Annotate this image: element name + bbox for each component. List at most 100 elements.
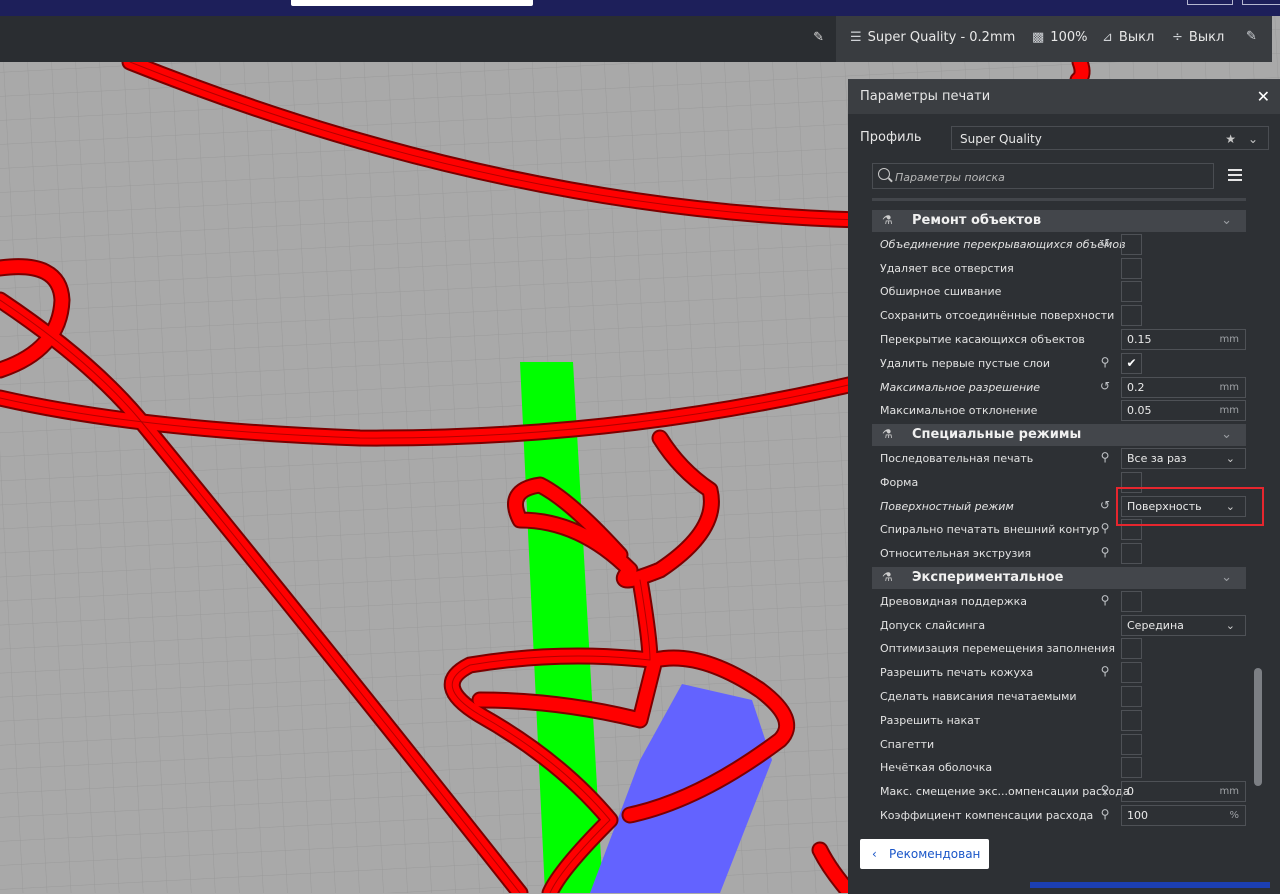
link-icon[interactable]: ⚲ [1098, 593, 1112, 607]
close-icon[interactable]: ✕ [1257, 80, 1270, 114]
chevron-down-icon: ⌄ [1247, 132, 1258, 146]
setting-label: Форма [880, 475, 919, 489]
category-header[interactable] [872, 198, 1246, 201]
setting-checkbox[interactable]: ✔ [1121, 352, 1142, 374]
setting-checkbox[interactable] [1121, 305, 1142, 327]
setting-checkbox[interactable] [1121, 709, 1142, 731]
adhesion-summary: Выкл [1188, 30, 1225, 45]
stage-toolbar: ✎ [0, 16, 836, 62]
menu-icon[interactable] [1228, 166, 1242, 184]
setting-checkbox[interactable] [1121, 662, 1142, 684]
setting-checkbox[interactable] [1121, 281, 1142, 303]
setting-label: Последовательная печать [880, 452, 1034, 465]
setting-label: Спирально печатать внешний контур [880, 523, 1100, 537]
pencil-icon[interactable]: ✎ [1246, 30, 1257, 43]
settings-scrollbar[interactable] [1254, 668, 1262, 786]
setting-label: Обширное сшивание [880, 285, 1002, 299]
setting-checkbox[interactable] [1121, 757, 1142, 779]
setting-row: Относительная экструзия ⚲ [872, 543, 1247, 565]
setting-label: Макс. смещение экс...омпенсации расхода [880, 785, 1130, 799]
setting-checkbox[interactable] [1121, 590, 1142, 612]
setting-value: 0.2 [1127, 380, 1145, 394]
setting-input[interactable]: 0.05 mm [1121, 400, 1246, 422]
chevron-down-icon: ⌄ [1225, 452, 1235, 465]
setting-label: Удаляет все отверстия [880, 261, 1014, 275]
setting-row: Обширное сшивание [872, 281, 1247, 303]
setting-row: Оптимизация перемещения заполнения [872, 638, 1247, 660]
setting-label: Максимальное разрешение [880, 380, 1041, 394]
setting-label: Максимальное отклонение [880, 404, 1038, 418]
setting-row: Объединение перекрывающихся объёмов ↺ [872, 233, 1247, 256]
setting-label: Коэффициент компенсации расхода [880, 809, 1094, 822]
search-input[interactable] [893, 167, 1197, 187]
setting-checkbox[interactable] [1121, 543, 1142, 565]
setting-row: Разрешить печать кожуха ⚲ [872, 662, 1247, 684]
star-icon[interactable]: ★ [1225, 127, 1236, 151]
link-icon[interactable]: ⚲ [1098, 545, 1112, 559]
setting-row: Коэффициент компенсации расхода ⚲ 100% [872, 805, 1247, 827]
unit-label: % [1229, 810, 1239, 821]
link-icon[interactable]: ⚲ [1098, 783, 1112, 797]
setting-row: Максимальное отклонение 0.05 mm [872, 400, 1247, 422]
link-icon[interactable]: ⚲ [1098, 521, 1112, 535]
setting-input[interactable]: 0 mm [1121, 781, 1246, 803]
setting-dropdown[interactable]: Все за раз ⌄ [1121, 448, 1246, 469]
recommended-button[interactable]: ‹ Рекомендован [860, 839, 989, 869]
setting-checkbox[interactable] [1121, 733, 1142, 755]
settings-search[interactable] [872, 163, 1214, 189]
setting-label: Разрешить накат [880, 713, 981, 727]
setting-label: Допуск слайсинга [880, 618, 986, 632]
category-label: Экспериментальное [912, 570, 1064, 585]
category-header[interactable]: ⚗ Экспериментальное ⌄ [872, 567, 1246, 589]
setting-value: 0.05 [1127, 404, 1152, 418]
setting-input[interactable]: 100% [1121, 805, 1246, 826]
setting-input[interactable]: 0.2 mm [1121, 376, 1246, 398]
recommended-label: Рекомендован [889, 847, 981, 861]
category-header[interactable]: ⚗ Ремонт объектов ⌄ [872, 210, 1246, 232]
top-button[interactable] [1187, 0, 1233, 5]
bottom-strip [1000, 874, 1280, 893]
reset-icon[interactable]: ↺ [1098, 498, 1112, 512]
setting-row: Максимальное разрешение ↺ 0.2 mm [872, 376, 1247, 399]
link-icon[interactable]: ⚲ [1098, 664, 1112, 678]
setting-checkbox[interactable] [1121, 257, 1142, 279]
link-icon[interactable]: ⚲ [1098, 450, 1112, 464]
setting-row: Древовидная поддержка ⚲ [872, 590, 1247, 613]
unit-label: mm [1219, 405, 1239, 417]
link-icon[interactable]: ⚲ [1098, 807, 1112, 821]
top-bar [0, 0, 1280, 16]
infill-icon: ▩ [1032, 30, 1045, 45]
setting-value: 100 [1127, 809, 1148, 822]
setting-checkbox[interactable] [1121, 233, 1142, 255]
support-icon: ⊿ [1102, 30, 1113, 45]
chevron-down-icon: ⌄ [1221, 213, 1232, 228]
mesh-fix-icon: ⚗ [882, 213, 893, 227]
reset-icon[interactable]: ↺ [1098, 379, 1112, 393]
top-search-field[interactable] [291, 0, 533, 6]
profile-summary: Super Quality - 0.2mm [867, 30, 1016, 45]
top-button[interactable] [1242, 0, 1280, 5]
support-summary: Выкл [1118, 30, 1155, 45]
pencil-icon[interactable]: ✎ [813, 31, 824, 44]
setting-label: Сохранить отсоединённые поверхности [880, 309, 1115, 323]
category-header[interactable]: ⚗ Специальные режимы ⌄ [872, 424, 1246, 447]
unit-label: mm [1219, 334, 1239, 345]
setting-row: Разрешить накат [872, 709, 1247, 732]
infill-summary: 100% [1050, 30, 1088, 45]
setting-label: Древовидная поддержка [880, 594, 1028, 608]
profile-select[interactable]: Super Quality ★ ⌄ [951, 126, 1269, 150]
setting-label: Удалить первые пустые слои [880, 356, 1051, 370]
setting-value: Середина [1127, 618, 1184, 632]
setting-checkbox[interactable] [1121, 686, 1142, 707]
setting-label: Относительная экструзия [880, 547, 1032, 561]
link-icon[interactable]: ⚲ [1098, 355, 1112, 369]
setting-label: Нечёткая оболочка [880, 761, 993, 775]
panel-header: Параметры печати ✕ [848, 80, 1280, 114]
setting-row: Допуск слайсинга Середина ⌄ [872, 614, 1247, 637]
setting-input[interactable]: 0.15 mm [1121, 329, 1246, 350]
setting-label: Поверхностный режим [880, 499, 1014, 513]
setting-dropdown[interactable]: Середина ⌄ [1121, 614, 1246, 636]
reset-icon[interactable]: ↺ [1098, 236, 1112, 250]
print-setup-summary[interactable]: ☰ Super Quality - 0.2mm ▩ 100% ⊿ Выкл ÷ … [836, 16, 1272, 62]
setting-checkbox[interactable] [1121, 638, 1142, 660]
